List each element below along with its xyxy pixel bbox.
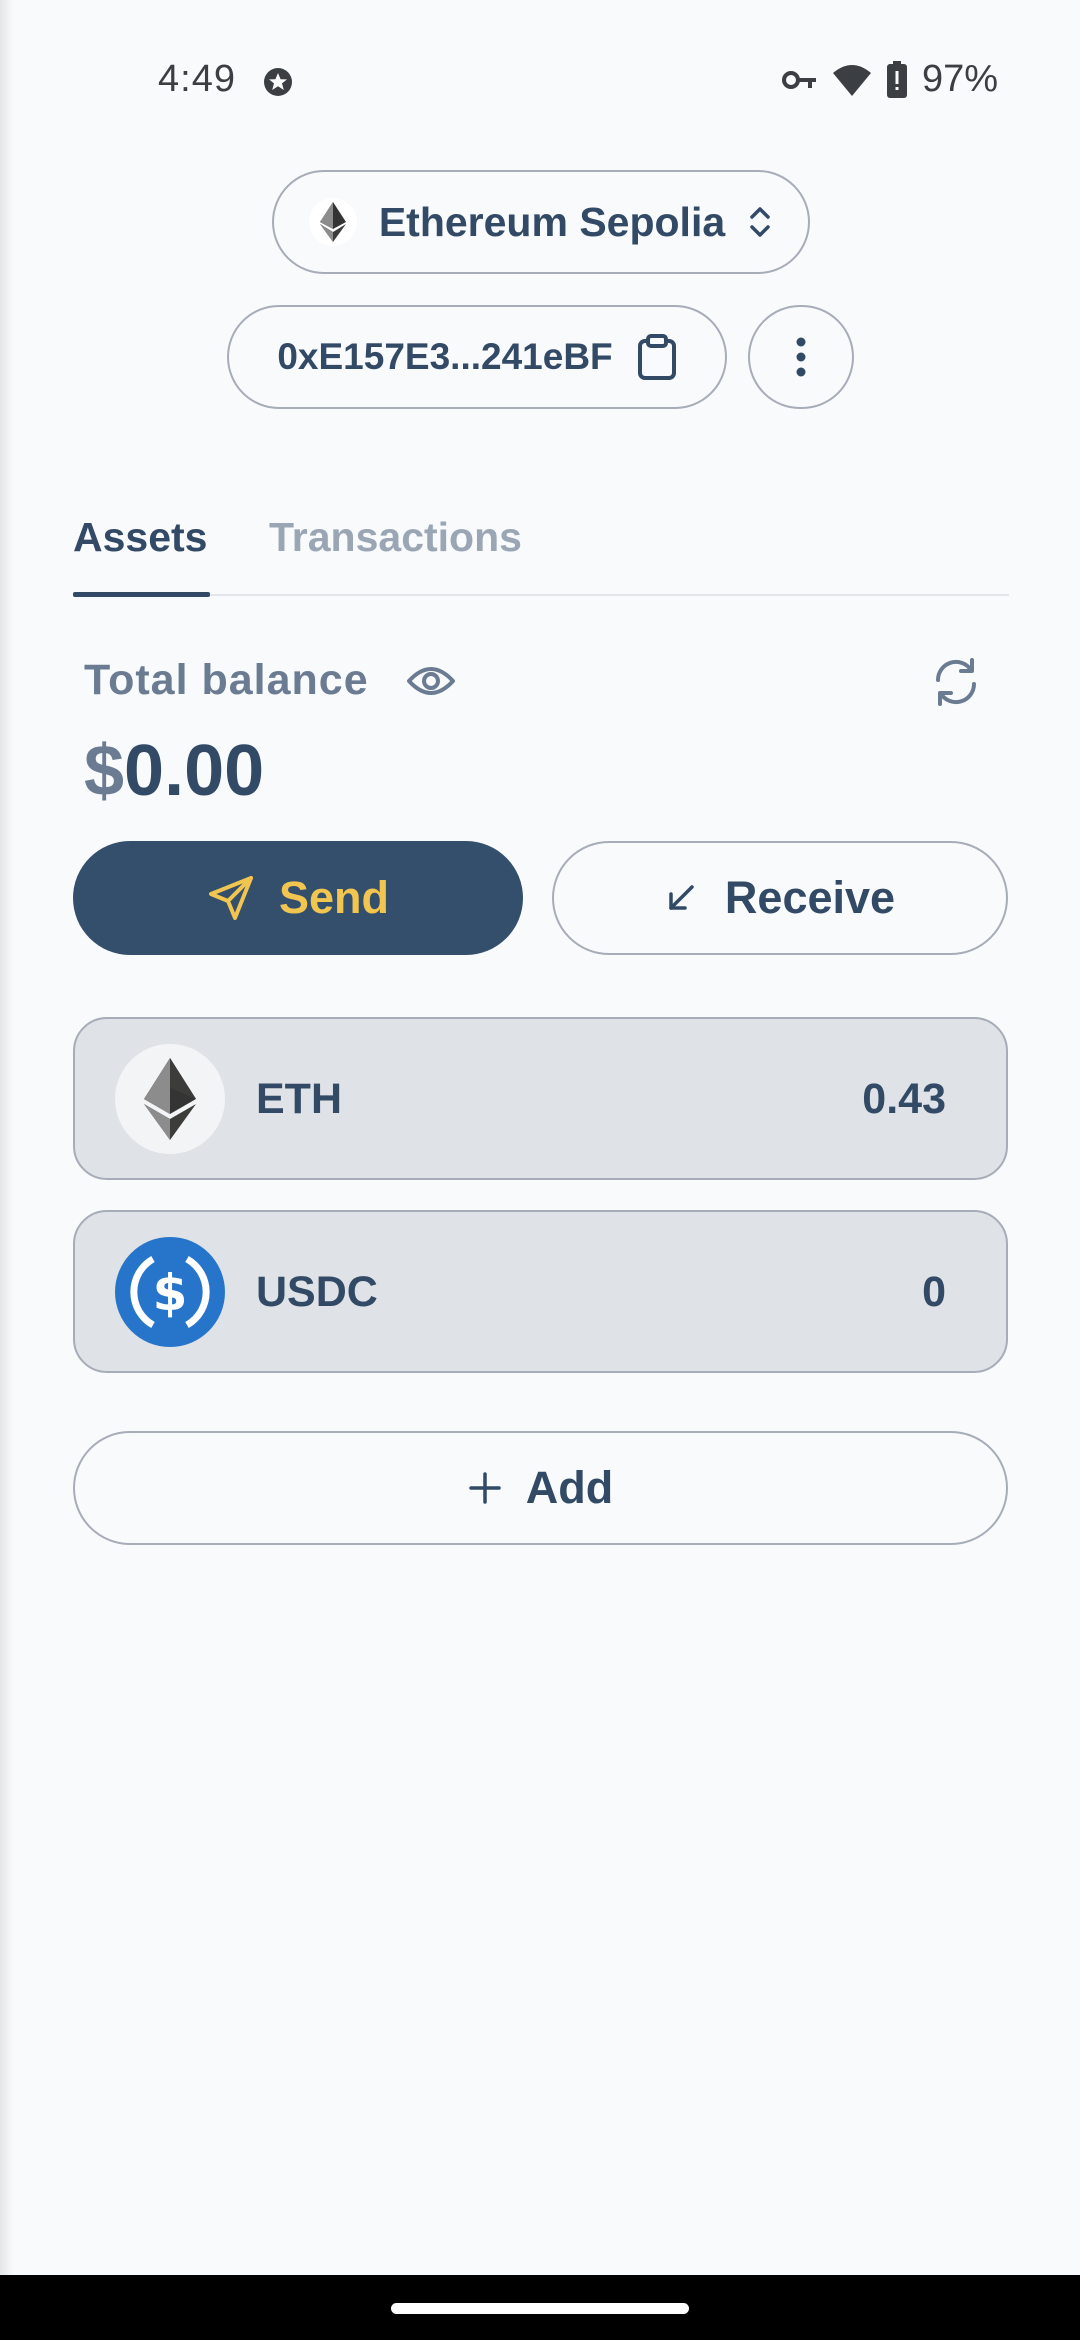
asset-amount: 0.43	[862, 1075, 946, 1123]
asset-row-eth[interactable]: ETH 0.43	[73, 1017, 1008, 1180]
ethereum-logo-icon	[115, 1044, 225, 1154]
eye-icon[interactable]	[406, 660, 456, 702]
add-asset-button[interactable]: Add	[73, 1431, 1008, 1545]
wallet-address-button[interactable]: 0xE157E3...241eBF	[227, 305, 727, 409]
network-selector[interactable]: Ethereum Sepolia	[272, 170, 810, 274]
total-balance-label: Total balance	[84, 656, 369, 704]
balance-amount: 0.00	[124, 731, 265, 811]
home-indicator[interactable]	[391, 2303, 689, 2314]
ethereum-logo-icon	[308, 198, 357, 246]
usdc-logo-icon: $	[115, 1237, 225, 1347]
tab-transactions[interactable]: Transactions	[269, 514, 522, 561]
add-label: Add	[525, 1462, 614, 1513]
vpn-key-icon	[781, 70, 816, 89]
plus-icon	[469, 1472, 501, 1504]
balance-currency: $	[84, 731, 125, 811]
tab-divider	[73, 594, 1009, 596]
active-tab-indicator	[73, 592, 210, 597]
send-label: Send	[278, 872, 390, 923]
receive-label: Receive	[724, 872, 896, 923]
arrow-down-left-icon	[669, 885, 694, 910]
screen-edge-shadow	[0, 0, 14, 2275]
asset-row-usdc[interactable]: $ USDC 0	[73, 1210, 1008, 1373]
send-button[interactable]: Send	[73, 841, 523, 955]
status-right-group: 97%	[781, 58, 998, 101]
asset-symbol: ETH	[256, 1075, 342, 1123]
refresh-icon[interactable]	[930, 656, 982, 708]
battery-percent: 97%	[921, 58, 998, 100]
svg-text:$: $	[153, 1264, 188, 1322]
network-name: Ethereum Sepolia	[378, 198, 726, 245]
receive-button[interactable]: Receive	[552, 841, 1008, 955]
total-balance-value: $0.00	[84, 730, 264, 812]
more-vertical-icon	[796, 337, 806, 377]
copy-clipboard-icon	[637, 334, 676, 380]
send-paper-plane-icon	[208, 876, 253, 920]
chevron-up-down-icon	[750, 207, 770, 237]
more-options-button[interactable]	[748, 305, 854, 409]
wallet-address: 0xE157E3...241eBF	[277, 336, 613, 377]
wifi-icon	[832, 64, 871, 96]
asset-amount: 0	[922, 1268, 946, 1316]
tab-assets[interactable]: Assets	[73, 514, 207, 561]
status-time: 4:49	[158, 58, 236, 100]
notification-icon	[264, 68, 292, 96]
battery-icon	[886, 60, 907, 98]
asset-symbol: USDC	[256, 1268, 378, 1316]
